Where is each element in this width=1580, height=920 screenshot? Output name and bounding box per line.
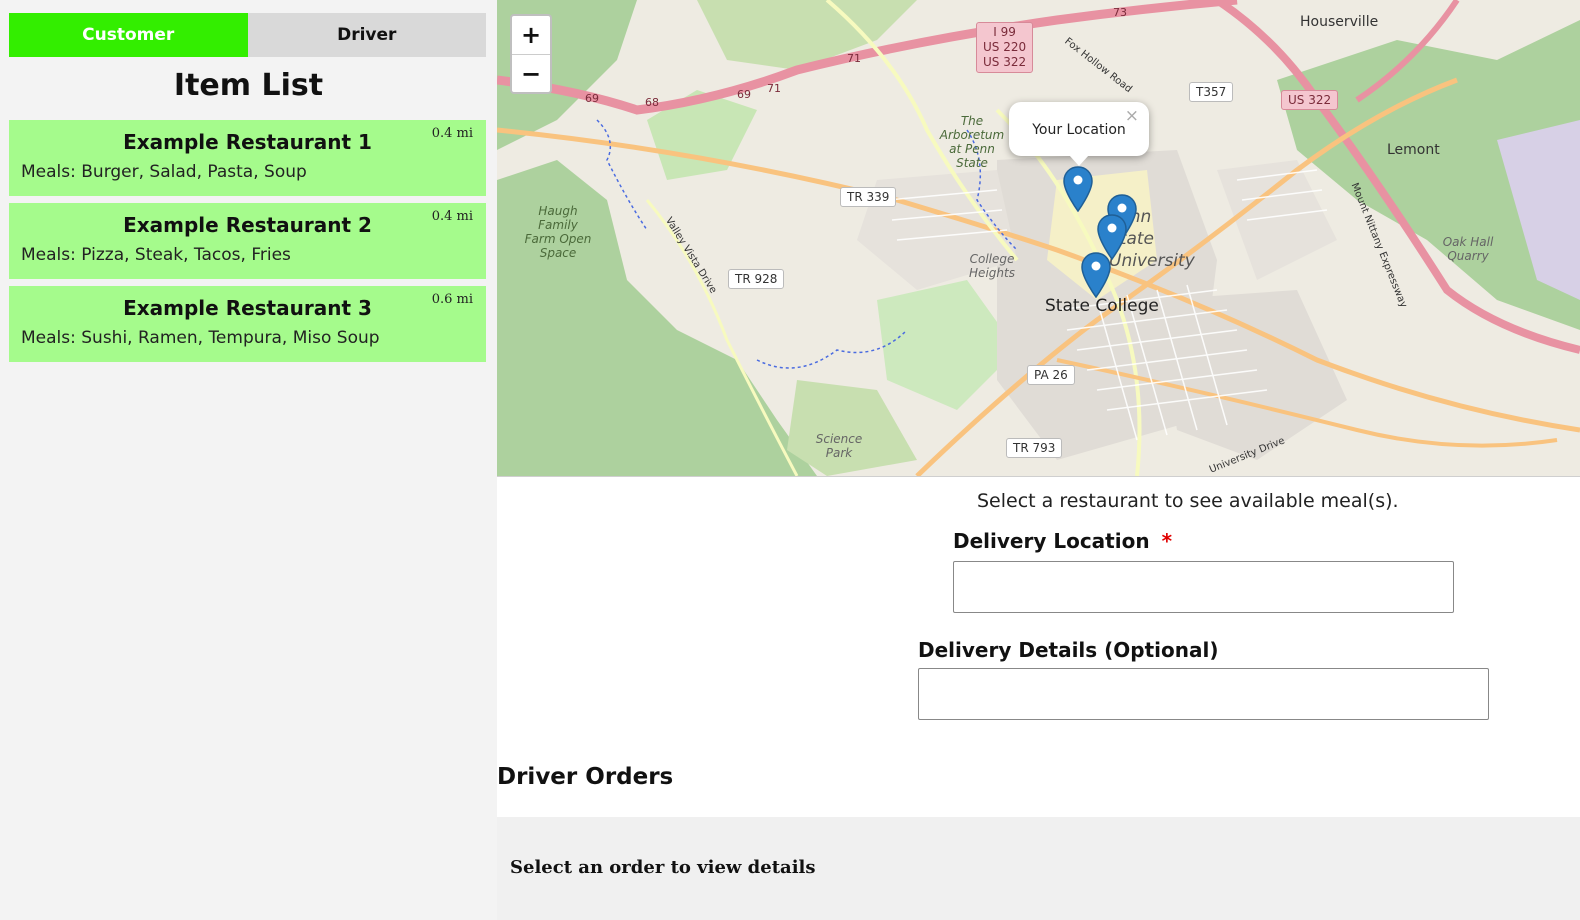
role-tabs: Customer Driver	[9, 13, 486, 57]
restaurant-name: Example Restaurant 3	[123, 296, 372, 320]
route-shield: PA 26	[1027, 365, 1075, 385]
zoom-control: + −	[510, 14, 552, 94]
place-label: Oak Hall Quarry	[1442, 235, 1494, 263]
delivery-location-input[interactable]	[953, 561, 1454, 613]
sidebar: Customer Driver Item List Example Restau…	[0, 0, 497, 920]
shield-line: US 220	[983, 40, 1027, 54]
popup-tip	[1069, 155, 1089, 166]
restaurant-marker-icon[interactable]	[1081, 252, 1111, 298]
zoom-out-button[interactable]: −	[512, 55, 550, 93]
route-number: 71	[767, 82, 781, 95]
place-label: Science Park	[815, 432, 863, 460]
route-shield: US 322	[1281, 90, 1339, 110]
order-details-placeholder: Select an order to view details	[510, 857, 816, 878]
place-label: Haugh Family Farm Open Space	[524, 204, 592, 260]
order-details-panel: Select an order to view details	[497, 817, 1580, 920]
restaurant-instruction: Select a restaurant to see available mea…	[977, 490, 1399, 512]
restaurant-distance: 0.4 mi	[431, 209, 473, 224]
restaurant-card[interactable]: Example Restaurant 1 0.4 mi Meals: Burge…	[9, 120, 486, 196]
place-label: The Arboretum at Penn State	[939, 114, 1005, 170]
route-number: 68	[645, 96, 659, 109]
restaurant-meals: Meals: Pizza, Steak, Tacos, Fries	[21, 245, 291, 265]
tab-customer[interactable]: Customer	[9, 13, 248, 57]
route-number: 73	[1113, 6, 1127, 19]
close-icon[interactable]: ×	[1125, 106, 1139, 126]
route-shield: TR 339	[840, 187, 897, 207]
tab-driver[interactable]: Driver	[247, 13, 486, 57]
restaurant-card[interactable]: Example Restaurant 3 0.6 mi Meals: Sushi…	[9, 286, 486, 362]
route-number: 69	[585, 92, 599, 105]
location-popup: Your Location ×	[1009, 102, 1149, 166]
route-number: 71	[847, 52, 861, 65]
route-shield: TR 793	[1006, 438, 1063, 458]
required-mark: *	[1161, 529, 1173, 553]
driver-orders-title: Driver Orders	[497, 764, 674, 790]
delivery-details-input[interactable]	[918, 668, 1489, 720]
restaurant-card[interactable]: Example Restaurant 2 0.4 mi Meals: Pizza…	[9, 203, 486, 279]
shield-line: I 99	[993, 25, 1016, 39]
restaurant-distance: 0.6 mi	[431, 292, 473, 307]
restaurant-name: Example Restaurant 2	[123, 213, 372, 237]
location-marker-icon[interactable]	[1063, 166, 1093, 212]
restaurant-distance: 0.4 mi	[431, 126, 473, 141]
delivery-location-label: Delivery Location *	[953, 529, 1172, 553]
route-shield: TR 928	[728, 269, 785, 289]
place-label: State College	[1045, 296, 1159, 316]
delivery-details-label: Delivery Details (Optional)	[918, 638, 1219, 662]
route-shield: I 99 US 220 US 322	[976, 22, 1034, 73]
map-view[interactable]: 73 71 69 68 69 71 I 99 US 220 US 322 US …	[497, 0, 1580, 477]
route-shield: T357	[1189, 82, 1234, 102]
restaurant-meals: Meals: Burger, Salad, Pasta, Soup	[21, 162, 307, 182]
delivery-location-label-text: Delivery Location	[953, 529, 1150, 553]
map-tiles	[497, 0, 1580, 476]
place-label: College Heights	[969, 252, 1015, 280]
restaurant-name: Example Restaurant 1	[123, 130, 372, 154]
shield-line: US 322	[983, 55, 1027, 69]
place-label: Houserville	[1300, 14, 1379, 30]
zoom-in-button[interactable]: +	[512, 16, 550, 55]
restaurant-list: Example Restaurant 1 0.4 mi Meals: Burge…	[9, 120, 486, 369]
restaurant-meals: Meals: Sushi, Ramen, Tempura, Miso Soup	[21, 328, 380, 348]
route-number: 69	[737, 88, 751, 101]
item-list-title: Item List	[173, 68, 324, 103]
place-label: Lemont	[1387, 142, 1440, 158]
